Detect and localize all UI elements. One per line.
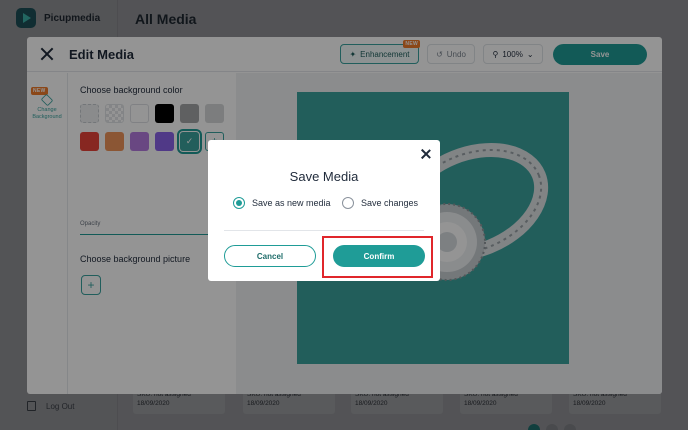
radio-label: Save as new media: [252, 198, 331, 208]
confirm-button[interactable]: Confirm: [333, 245, 425, 267]
radio-unselected-icon: [342, 197, 354, 209]
cancel-button[interactable]: Cancel: [224, 245, 316, 267]
radio-label: Save changes: [361, 198, 419, 208]
save-media-dialog: Save Media Save as new media Save change…: [208, 140, 440, 281]
radio-save-as-new[interactable]: Save as new media: [233, 197, 331, 209]
close-dialog-icon[interactable]: [421, 149, 431, 159]
radio-save-changes[interactable]: Save changes: [342, 197, 418, 209]
radio-selected-icon: [233, 197, 245, 209]
divider: [224, 230, 424, 231]
dialog-title: Save Media: [289, 169, 359, 184]
